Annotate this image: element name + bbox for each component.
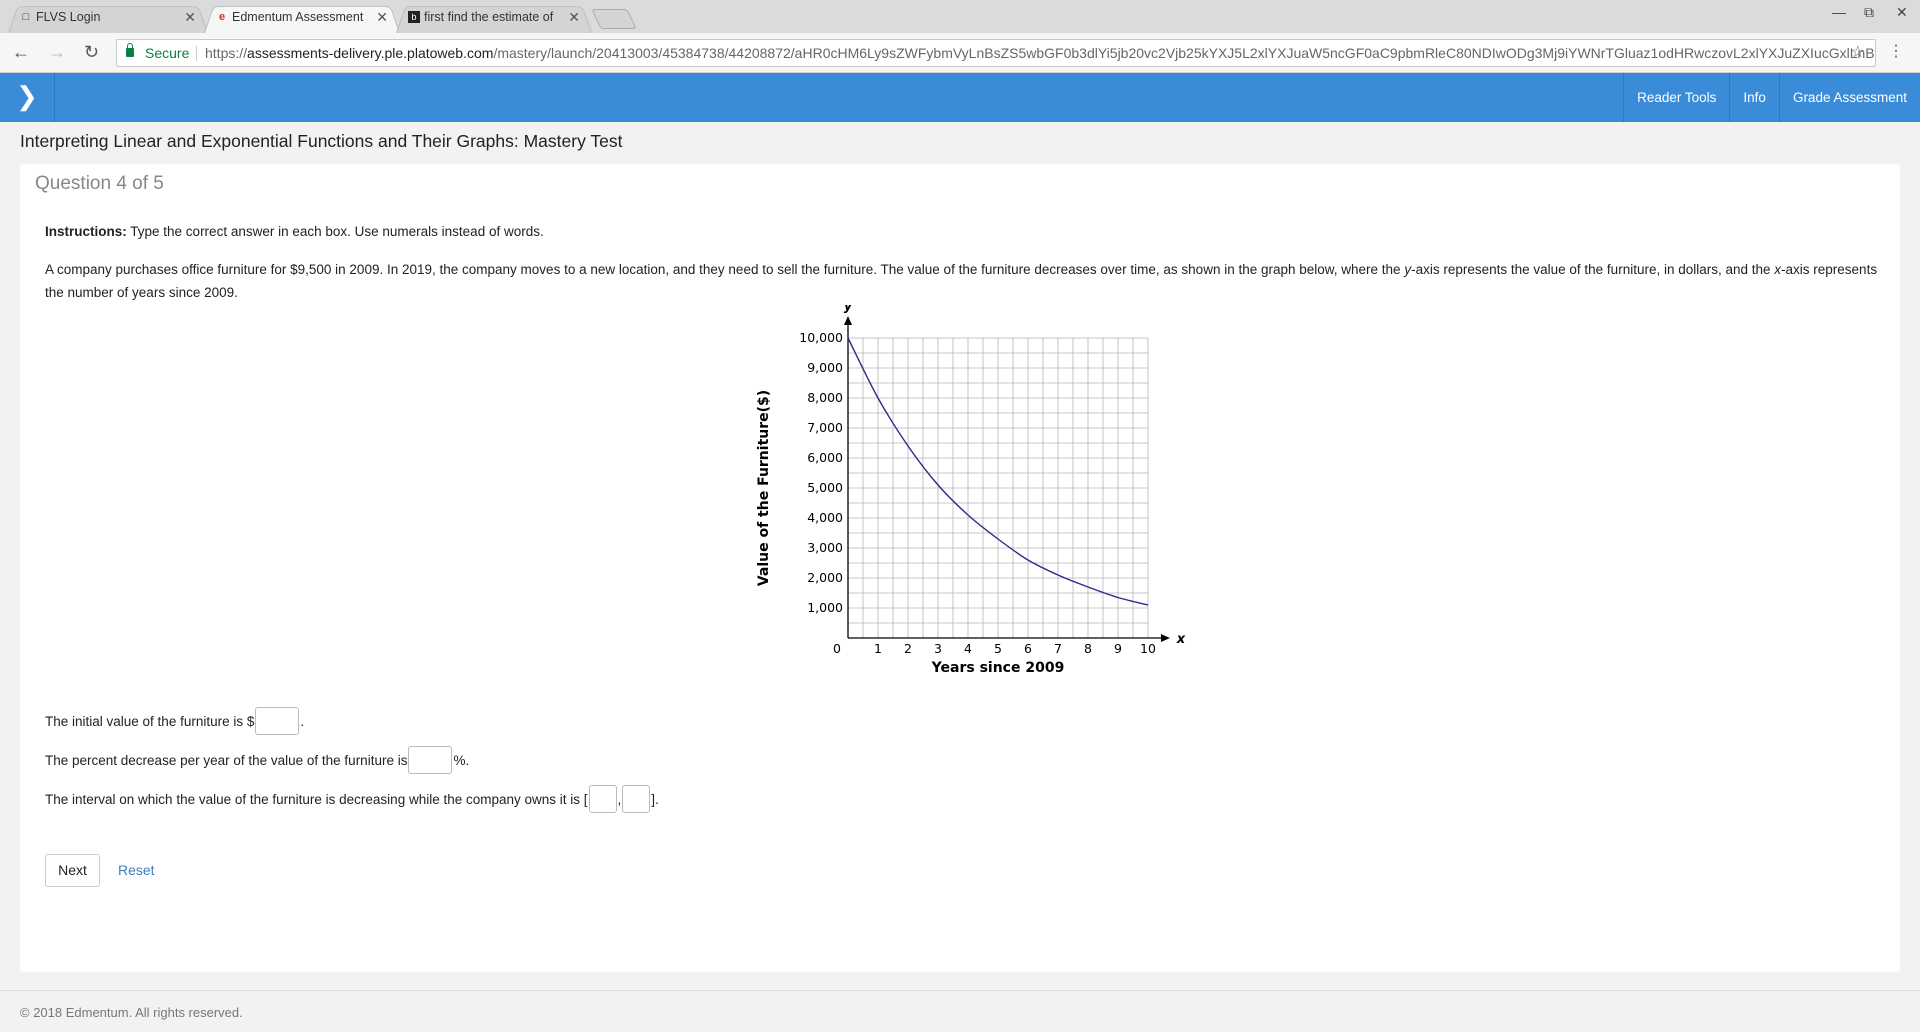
browser-tab-brainly[interactable]: b first find the estimate of ✕ [396, 3, 592, 33]
minimize-icon[interactable]: — [1832, 4, 1846, 20]
x-axis-letter: x [1176, 632, 1186, 647]
new-tab-button[interactable] [591, 9, 637, 29]
interval-end-input[interactable] [622, 785, 651, 813]
question-line-interval: The interval on which the value of the f… [45, 785, 659, 813]
x-tick-label: 6 [1024, 641, 1032, 656]
x-tick-label: 7 [1054, 641, 1062, 656]
url-text: https://assessments-delivery.ple.platowe… [205, 45, 1875, 61]
chevron-right-icon[interactable]: ❯ [0, 73, 55, 122]
x-tick-label: 8 [1084, 641, 1092, 656]
browser-tab-edmentum[interactable]: e Edmentum Assessment ✕ [204, 3, 400, 33]
y-axis-label: Value of the Furniture($) [756, 390, 772, 586]
back-icon[interactable]: ← [12, 42, 30, 63]
question-number: Question 4 of 5 [35, 173, 164, 194]
y-tick-label: 6,000 [807, 450, 843, 465]
browser-tab-flvs[interactable]: □ FLVS Login ✕ [8, 3, 208, 33]
page-title: Interpreting Linear and Exponential Func… [20, 131, 623, 151]
value-graph: x y 0 1 2 3 4 5 6 7 8 9 10 1,000 2,000 3,000 4,000 5,000 6… [756, 305, 1186, 676]
footer: © 2018 Edmentum. All rights reserved. [0, 990, 1920, 1032]
secure-label: Secure [145, 45, 190, 61]
forward-icon[interactable]: → [48, 42, 66, 63]
browser-toolbar: ← → ↻ Secure https://assessments-deliver… [0, 33, 1920, 73]
y-axis-arrow [844, 316, 852, 325]
y-tick-label: 10,000 [799, 330, 843, 345]
page-icon: □ [22, 11, 30, 23]
question-line-initial-value: The initial value of the furniture is $ … [45, 707, 304, 735]
address-bar[interactable]: Secure https://assessments-delivery.ple.… [116, 39, 1876, 67]
question-card: Question 4 of 5 Instructions: Type the c… [20, 164, 1900, 972]
info-button[interactable]: Info [1729, 73, 1779, 122]
y-tick-label: 7,000 [807, 420, 843, 435]
browser-tab-label: Edmentum Assessment [232, 10, 364, 24]
next-button[interactable]: Next [45, 854, 100, 887]
instructions: Instructions: Type the correct answer in… [45, 224, 544, 239]
lock-icon [126, 43, 134, 57]
question-text: A company purchases office furniture for… [45, 262, 1878, 300]
x-tick-label: 10 [1140, 641, 1156, 656]
y-tick-label: 2,000 [807, 570, 843, 585]
x-tick-label: 4 [964, 641, 972, 656]
window-close-icon[interactable]: ✕ [1896, 4, 1908, 21]
close-icon[interactable]: ✕ [376, 3, 388, 31]
grade-assessment-button[interactable]: Grade Assessment [1778, 73, 1920, 122]
y-tick-label: 3,000 [807, 540, 843, 555]
y-tick-label: 8,000 [807, 390, 843, 405]
restore-icon[interactable]: ⧉ [1864, 4, 1874, 21]
x-tick-label: 5 [994, 641, 1002, 656]
interval-start-input[interactable] [588, 785, 617, 813]
reload-icon[interactable]: ↻ [84, 42, 99, 63]
browser-tab-label: FLVS Login [36, 10, 101, 24]
close-icon[interactable]: ✕ [568, 3, 580, 31]
x-tick-label: 9 [1114, 641, 1122, 656]
close-icon[interactable]: ✕ [184, 3, 196, 31]
reset-button[interactable]: Reset [118, 862, 155, 878]
y-tick-label: 5,000 [807, 480, 843, 495]
brainly-icon: b [408, 11, 420, 23]
reader-tools-button[interactable]: Reader Tools [1623, 73, 1729, 122]
x-tick-label: 1 [874, 641, 882, 656]
origin-label: 0 [833, 641, 841, 656]
app-nav: Reader Tools Info Grade Assessment [1623, 73, 1920, 122]
x-axis-arrow [1161, 634, 1170, 642]
copyright-text: © 2018 Edmentum. All rights reserved. [20, 1005, 243, 1020]
browser-tab-strip: □ FLVS Login ✕ e Edmentum Assessment ✕ b… [0, 0, 1920, 33]
question-line-percent: The percent decrease per year of the val… [45, 746, 469, 774]
x-tick-label: 3 [934, 641, 942, 656]
edmentum-icon: e [218, 11, 226, 23]
bookmark-star-icon[interactable]: ☆ [1851, 40, 1865, 66]
y-axis-letter: y [844, 305, 853, 314]
initial-value-input[interactable] [255, 707, 300, 735]
x-tick-label: 2 [904, 641, 912, 656]
y-tick-label: 4,000 [807, 510, 843, 525]
percent-decrease-input[interactable] [408, 746, 453, 774]
x-axis-label: Years since 2009 [931, 660, 1065, 676]
browser-menu-icon[interactable]: ⋮ [1888, 41, 1904, 61]
y-tick-label: 1,000 [807, 600, 843, 615]
browser-tab-label: first find the estimate of [424, 10, 554, 24]
app-header: ❯ Reader Tools Info Grade Assessment [0, 73, 1920, 122]
y-tick-label: 9,000 [807, 360, 843, 375]
